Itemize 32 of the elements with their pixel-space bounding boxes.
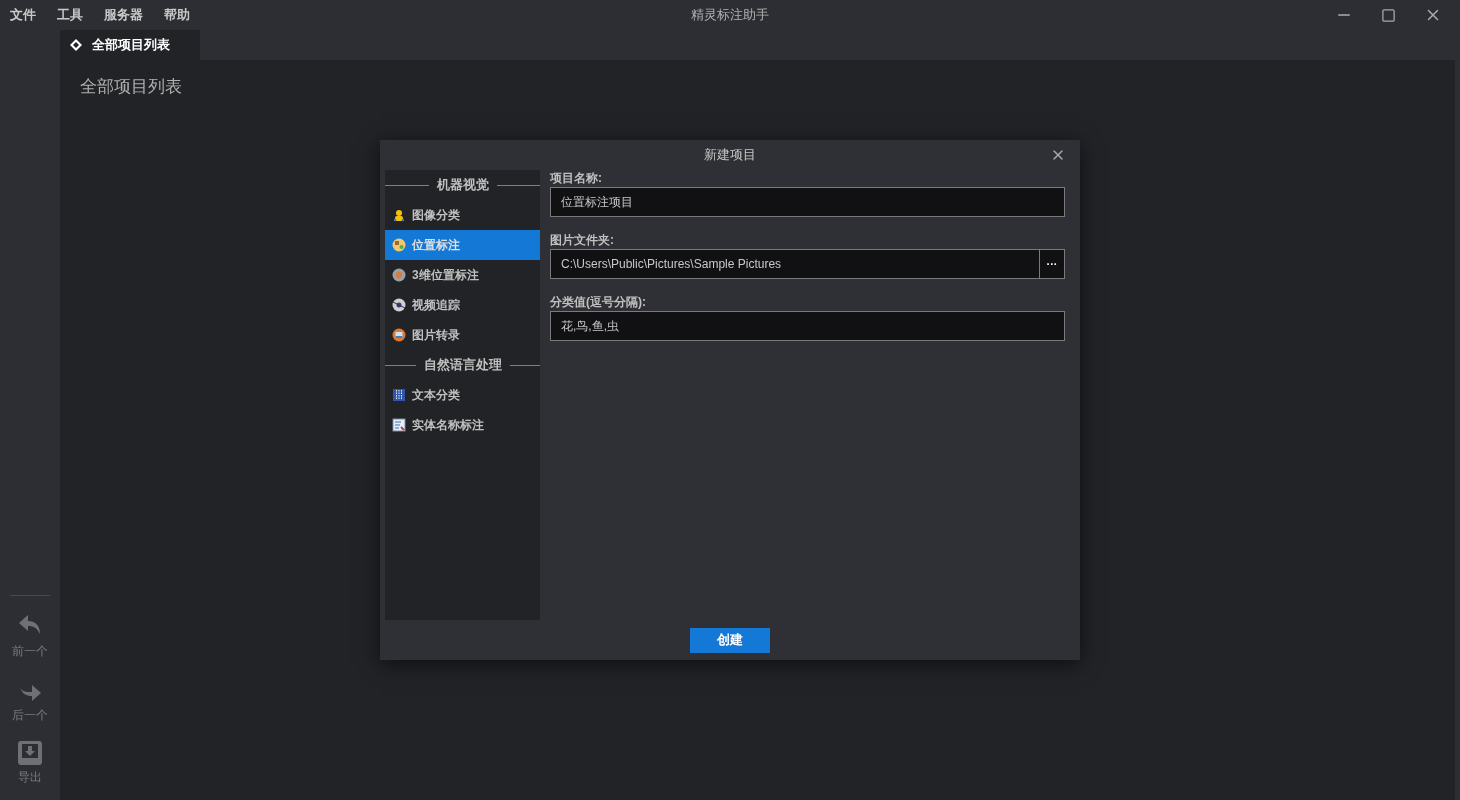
columns-icon bbox=[392, 388, 406, 402]
menu-item[interactable]: 文件 bbox=[10, 5, 36, 25]
picture-icon bbox=[392, 328, 406, 342]
page-title: 全部项目列表 bbox=[80, 77, 182, 96]
create-button[interactable]: 创建 bbox=[690, 627, 770, 653]
text-field[interactable]: C:\Users\Public\Pictures\Sample Pictures bbox=[550, 249, 1040, 279]
project-type-item[interactable]: 实体名称标注 bbox=[385, 410, 540, 440]
menu-item[interactable]: 服务器 bbox=[104, 5, 143, 25]
download-tray-icon bbox=[17, 740, 43, 766]
field-label: 图片文件夹: bbox=[550, 232, 615, 249]
project-type-item[interactable]: 视频追踪 bbox=[385, 290, 540, 320]
project-type-item[interactable]: 图片转录 bbox=[385, 320, 540, 350]
category-heading: 自然语言处理 bbox=[423, 356, 502, 375]
text-field[interactable]: 花,鸟,鱼,虫 bbox=[550, 311, 1065, 341]
dialog-title: 新建项目 bbox=[704, 146, 756, 165]
chart-icon bbox=[392, 418, 406, 432]
browse-button[interactable]: ··· bbox=[1040, 249, 1065, 279]
tab[interactable]: 全部项目列表 bbox=[60, 30, 200, 60]
diamond-icon bbox=[70, 39, 82, 51]
field-label: 分类值(逗号分隔): bbox=[550, 294, 647, 311]
menu-item[interactable]: 工具 bbox=[57, 5, 83, 25]
category-heading: 机器视觉 bbox=[436, 176, 489, 195]
project-type-item[interactable]: 3维位置标注 bbox=[385, 260, 540, 290]
figure-icon bbox=[392, 208, 406, 222]
project-type-item[interactable]: 图像分类 bbox=[385, 200, 540, 230]
text-field[interactable]: 位置标注项目 bbox=[550, 187, 1065, 217]
field-label: 项目名称: bbox=[550, 170, 603, 187]
maximize-icon[interactable] bbox=[1381, 7, 1396, 23]
menu-item[interactable]: 帮助 bbox=[164, 5, 190, 25]
project-type-item[interactable]: 文本分类 bbox=[385, 380, 540, 410]
window-title: 精灵标注助手 bbox=[691, 6, 769, 25]
cube-icon bbox=[392, 268, 406, 282]
